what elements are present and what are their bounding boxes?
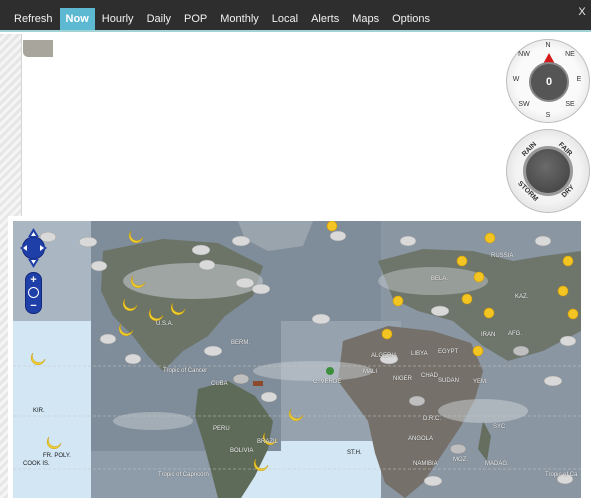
- map-label-berm: BERM.: [231, 340, 251, 346]
- map-label-peru: PERU: [213, 426, 230, 432]
- panel-handle[interactable]: [23, 40, 53, 57]
- map-pan-control[interactable]: [20, 228, 47, 268]
- barometer-dial: [523, 146, 573, 196]
- map-zoom-control: + −: [25, 272, 42, 314]
- map-label-afg: AFG.: [508, 331, 523, 337]
- map-label-drc: D.R.C.: [423, 416, 441, 422]
- compass-dir-n: N: [545, 42, 551, 49]
- zoom-in-button[interactable]: +: [26, 274, 41, 286]
- map-label-tropic-cancer: Tropic of Cancer: [163, 368, 208, 374]
- location-marker-icon: [326, 367, 334, 375]
- tab-alerts[interactable]: Alerts: [305, 8, 345, 30]
- tab-local[interactable]: Local: [266, 8, 304, 30]
- map-label-kir: KIR.: [33, 408, 45, 414]
- map-label-niger: NIGER: [393, 376, 413, 382]
- tab-monthly[interactable]: Monthly: [214, 8, 265, 30]
- tab-options[interactable]: Options: [386, 8, 436, 30]
- wind-compass: N NE E SE S SW W NW 0: [506, 39, 590, 123]
- tab-refresh[interactable]: Refresh: [8, 8, 59, 30]
- satellite-map-image: [13, 221, 581, 498]
- map-label-iran: IRAN: [481, 332, 496, 338]
- compass-dir-s: S: [545, 112, 551, 119]
- compass-dir-e: E: [576, 76, 582, 83]
- tab-pop[interactable]: POP: [178, 8, 213, 30]
- map-label-fr-poly: FR. POLY.: [43, 453, 71, 459]
- map-label-c-verde: C. VERDE: [313, 379, 342, 385]
- close-button[interactable]: X: [576, 6, 588, 20]
- map-label-yemen: YEM.: [473, 379, 488, 385]
- map-label-bolivia: BOLIVIA: [230, 448, 254, 454]
- map-label-moz: MOZ.: [453, 457, 468, 463]
- map-label-belarus: BELA.: [431, 276, 449, 282]
- map-label-mali: MALI: [363, 369, 378, 375]
- map-label-st-h: ST.H.: [347, 450, 362, 456]
- map-label-madag: MADAG.: [485, 461, 509, 467]
- barometer-gauge: RAIN FAIR STORM DRY: [506, 129, 590, 213]
- compass-dir-nw: NW: [518, 51, 530, 58]
- map-label-libya: LIBYA: [411, 351, 428, 357]
- nav-tabs: Refresh Now Hourly Daily POP Monthly Loc…: [8, 8, 437, 30]
- map-label-egypt: EGYPT: [438, 349, 459, 355]
- map-label-kaz: KAZ.: [515, 294, 529, 300]
- map-label-angola: ANGOLA: [408, 436, 434, 442]
- compass-dir-w: W: [512, 76, 520, 83]
- map-label-tropic-capricorn-east: Tropic of Ca: [545, 472, 578, 478]
- map-label-syc: SYC.: [493, 424, 508, 430]
- top-nav-bar: Refresh Now Hourly Daily POP Monthly Loc…: [0, 0, 591, 32]
- compass-dir-se: SE: [565, 101, 575, 108]
- tab-maps[interactable]: Maps: [346, 8, 385, 30]
- tab-hourly[interactable]: Hourly: [96, 8, 140, 30]
- map-label-brazil: BRAZIL: [257, 439, 279, 445]
- map-label-usa: U.S.A.: [156, 321, 174, 327]
- map-label-sudan: SUDAN: [438, 378, 460, 384]
- weather-map[interactable]: U.S.A. BERM. Tropic of Cancer CUBA KIR. …: [13, 221, 581, 498]
- tab-daily[interactable]: Daily: [141, 8, 177, 30]
- map-label-cuba: CUBA: [211, 381, 228, 387]
- map-label-namibia: NAMIBIA: [413, 461, 438, 467]
- compass-dir-sw: SW: [518, 101, 530, 108]
- globe-icon[interactable]: [28, 287, 39, 298]
- compass-dial: 0: [529, 62, 569, 102]
- map-label-chad: CHAD: [421, 373, 439, 379]
- hurricane-marker-icon: [253, 381, 263, 386]
- compass-dir-ne: NE: [565, 51, 575, 58]
- zoom-out-button[interactable]: −: [26, 300, 41, 312]
- wind-speed-value: 0: [545, 76, 553, 88]
- map-label-tropic-capricorn: Tropic of Capricorn: [158, 472, 209, 478]
- tab-now[interactable]: Now: [59, 8, 95, 30]
- map-label-russia: RUSSIA: [491, 253, 514, 259]
- map-label-cook-is: COOK IS.: [23, 461, 50, 467]
- map-label-algeria: ALGERIA: [371, 353, 398, 359]
